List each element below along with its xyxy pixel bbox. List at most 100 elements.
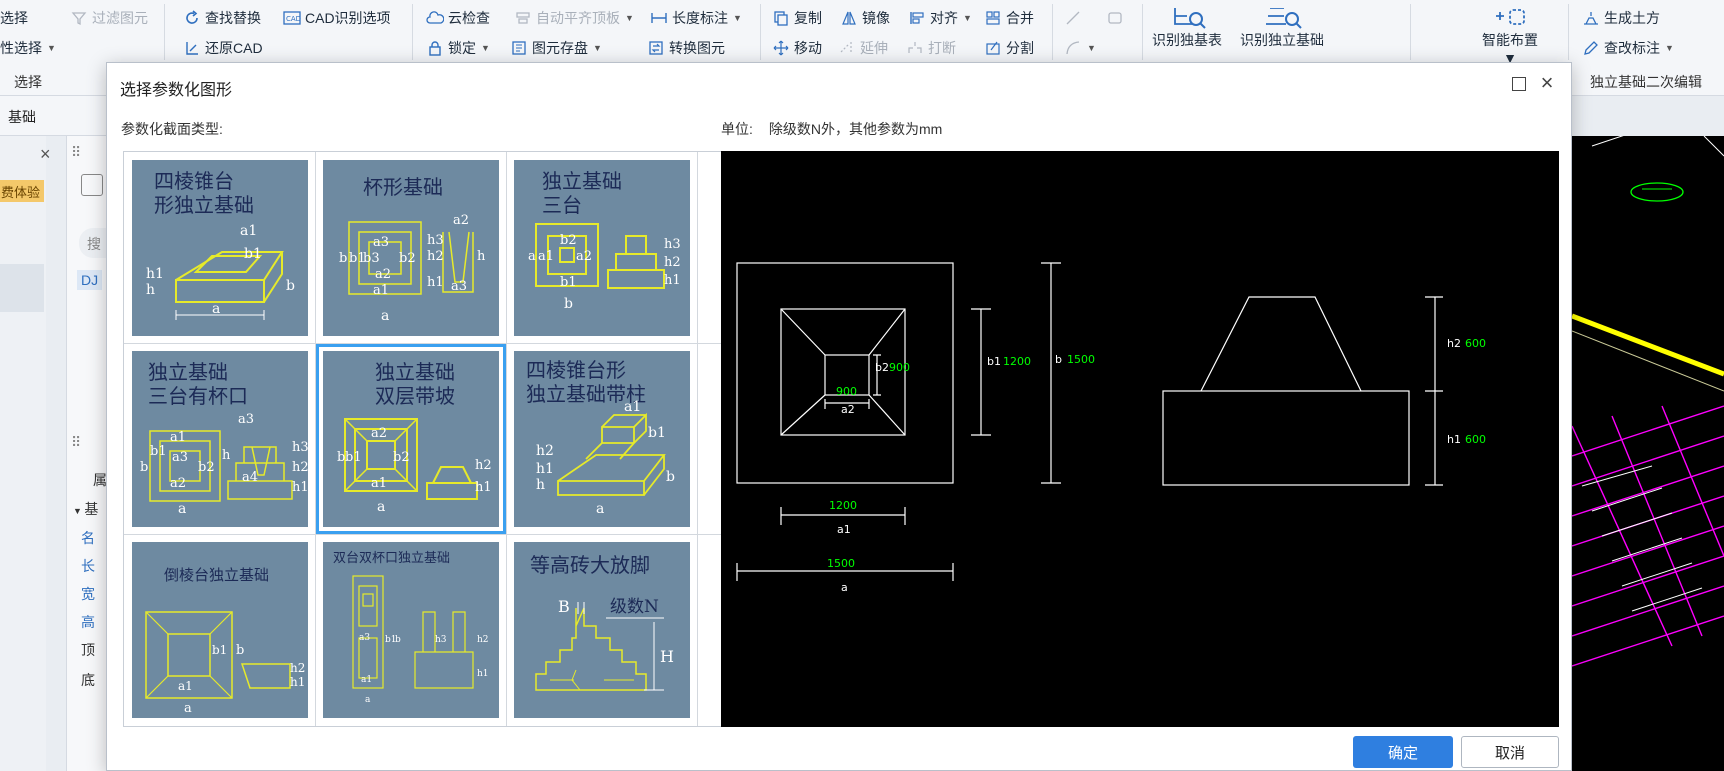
dim-h1-label: h1 <box>1447 433 1461 446</box>
drag-handle-icon[interactable]: ⠿ <box>71 144 81 161</box>
dim-h1-value[interactable]: 600 <box>1465 433 1486 446</box>
dim-b2-value[interactable]: 900 <box>889 361 910 374</box>
shape-option-brick-footing[interactable]: 等高砖大放脚 B 级数N H <box>507 535 697 725</box>
merge-button[interactable]: 合并 <box>984 5 1034 31</box>
break-button[interactable]: 打断 <box>906 35 956 61</box>
label-b2: b2 <box>198 460 215 475</box>
cad-canvas[interactable] <box>1572 136 1724 771</box>
shape-title: 独立基础 <box>542 169 622 193</box>
align-button[interactable]: 对齐 ▼ <box>908 5 972 31</box>
chevron-down-icon: ▼ <box>963 13 972 23</box>
dim-h2-value[interactable]: 600 <box>1465 337 1486 350</box>
new-component-icon[interactable] <box>81 174 103 196</box>
shape-option-double-slope[interactable]: 独立基础 双层带坡 b b1 a2 b2 a1 a h2 h1 <box>316 344 506 534</box>
shape-option-inverted-frustum[interactable]: 倒棱台独立基础 b1 a1 a b h2 h1 <box>125 535 315 725</box>
prop-name: 名 <box>81 530 95 546</box>
copy-button[interactable]: 复制 <box>772 5 822 31</box>
svg-text:CAD: CAD <box>286 15 301 23</box>
split-icon <box>984 39 1002 57</box>
draw-arc-button[interactable]: ▼ <box>1064 35 1096 61</box>
component-item-dj[interactable]: DJ <box>77 270 103 290</box>
dim-a1-value[interactable]: 1200 <box>829 499 857 512</box>
prop-group-base[interactable]: ▼ 基 <box>73 499 98 519</box>
smart-layout-button[interactable]: 智能布置 ▼ <box>1482 0 1538 66</box>
unit-text: 除级数N外，其他参数为mm <box>768 121 943 137</box>
convert-icon <box>647 39 665 57</box>
dim-a2-value[interactable]: 900 <box>836 385 857 398</box>
label-a1: a1 <box>178 679 193 693</box>
label-a1: a1 <box>624 399 641 415</box>
panel-close-icon[interactable]: × <box>40 144 51 165</box>
mirror-button[interactable]: 镜像 <box>840 5 890 31</box>
shape-option-three-step[interactable]: 独立基础 三台 a a1 b2 a2 b1 b h3 h2 h1 <box>507 153 697 343</box>
select-button[interactable]: 选择 <box>0 5 28 31</box>
auto-align-button[interactable]: 自动平齐顶板 ▼ <box>514 5 634 31</box>
collapse-icon: ▼ <box>73 506 85 516</box>
restore-cad-button[interactable]: 还原CAD <box>183 35 263 61</box>
label-h2: h2 <box>292 460 308 475</box>
convert-element-button[interactable]: 转换图元 <box>647 35 725 61</box>
dim-b-value[interactable]: 1500 <box>1067 353 1095 366</box>
cad-drawing <box>1572 136 1724 667</box>
dialog-title: 选择参数化图形 <box>120 82 233 99</box>
label-b: b <box>339 251 347 266</box>
select-parametric-shape-dialog: 选择参数化图形 × 参数化截面类型: 单位: 除级数N外，其他参数为mm 四棱锥台… <box>106 62 1572 771</box>
dim-b1-value[interactable]: 1200 <box>1003 355 1031 368</box>
lock-button[interactable]: 锁定 ▼ <box>426 35 490 61</box>
refresh-icon <box>183 9 201 27</box>
attr-select-button[interactable]: 性选择 ▼ <box>0 35 56 61</box>
label-b1: b1 <box>648 425 666 441</box>
shape-thumbnail: 双台双杯口独立基础 a3 b1 b a1 a h3 h2 h1 <box>323 542 499 718</box>
edit-mark-button[interactable]: 查改标注 ▼ <box>1582 35 1674 61</box>
shape-thumbnail: 独立基础 三台有杯口 b b1 a1 a3 a2 b2 a a3 h a4 h3… <box>132 351 308 527</box>
unit-label-row: 单位: 除级数N外，其他参数为mm <box>721 119 942 139</box>
align-top-icon <box>514 9 532 27</box>
group-title-secondary-edit: 独立基础二次编辑 <box>1590 74 1702 90</box>
shape-option-cup-foundation[interactable]: 杯形基础 b b1 b3 a3 a2 a1 b2 a a2 h3 h2 h1 a… <box>316 153 506 343</box>
ok-button[interactable]: 确定 <box>1353 736 1453 768</box>
label-h1: h1 <box>475 480 492 495</box>
label-a2: a2 <box>453 213 469 228</box>
draw-line-button[interactable] <box>1064 5 1082 31</box>
filter-button[interactable]: 过滤图元 <box>70 5 148 31</box>
draw-rect-button[interactable] <box>1106 5 1124 31</box>
label-b: b <box>140 460 148 475</box>
cancel-button[interactable]: 取消 <box>1461 736 1559 768</box>
preview-drawing: 900 a2 b2 900 b1 1200 b 1500 1200 a1 150… <box>736 262 1486 594</box>
identify-foundation-button[interactable]: 识别独立基础 <box>1240 0 1324 50</box>
shape-option-pyramid-frustum[interactable]: 四棱锥台 形独立基础 a a1 b1 b h1 h <box>125 153 315 343</box>
find-replace-button[interactable]: 查找替换 <box>183 5 261 31</box>
shape-option-three-step-cup[interactable]: 独立基础 三台有杯口 b b1 a1 a3 a2 b2 a a3 h a4 h3… <box>125 344 315 534</box>
save-element-button[interactable]: 图元存盘 ▼ <box>510 35 602 61</box>
chevron-down-icon: ▼ <box>733 13 742 23</box>
chevron-down-icon: ▼ <box>481 43 490 53</box>
label-a3: a3 <box>172 450 188 465</box>
move-button[interactable]: 移动 <box>772 35 822 61</box>
label-h1: h1 <box>664 273 681 288</box>
cloud-check-button[interactable]: 云检查 <box>426 5 490 31</box>
shape-option-double-cup[interactable]: 双台双杯口独立基础 a3 b1 b a1 a h3 h2 h1 <box>316 535 506 725</box>
close-icon[interactable]: × <box>1535 71 1559 95</box>
shape-grid[interactable]: 四棱锥台 形独立基础 a a1 b1 b h1 h 杯形基础 b b1 b3 a… <box>123 151 819 727</box>
double-slope-drawing: 独立基础 双层带坡 b b1 a2 b2 a1 a h2 h1 <box>337 360 492 515</box>
label-h1: h1 <box>292 480 308 495</box>
identify-table-button[interactable]: 识别独基表 <box>1152 0 1222 50</box>
split-button[interactable]: 分割 <box>984 35 1034 61</box>
extend-button[interactable]: 延伸 <box>838 35 888 61</box>
dim-a-value[interactable]: 1500 <box>827 557 855 570</box>
tab-foundation[interactable]: 基础 <box>8 107 36 127</box>
smart-layout-icon <box>1490 0 1530 30</box>
maximize-icon[interactable] <box>1512 77 1526 91</box>
prop-height: 高 <box>81 614 95 630</box>
trial-badge[interactable]: 费体验 <box>0 180 44 202</box>
drag-handle-icon[interactable]: ⠿ <box>71 434 81 451</box>
shape-option-frustum-column[interactable]: 四棱锥台形 独立基础带柱 a1 b1 h2 h1 h b a <box>507 344 697 534</box>
double-cup-drawing: 双台双杯口独立基础 a3 b1 b a1 a h3 h2 h1 <box>333 551 489 705</box>
break-icon <box>906 39 924 57</box>
shape-preview[interactable]: 900 a2 b2 900 b1 1200 b 1500 1200 a1 150… <box>721 151 1559 727</box>
lock-label: 锁定 <box>448 40 476 56</box>
gen-earthwork-button[interactable]: 生成土方 <box>1582 5 1660 31</box>
three-step-drawing: 独立基础 三台 a a1 b2 a2 b1 b h3 h2 h1 <box>528 169 681 312</box>
length-mark-button[interactable]: 长度标注 ▼ <box>650 5 742 31</box>
cad-options-button[interactable]: CAD CAD识别选项 <box>283 5 391 31</box>
